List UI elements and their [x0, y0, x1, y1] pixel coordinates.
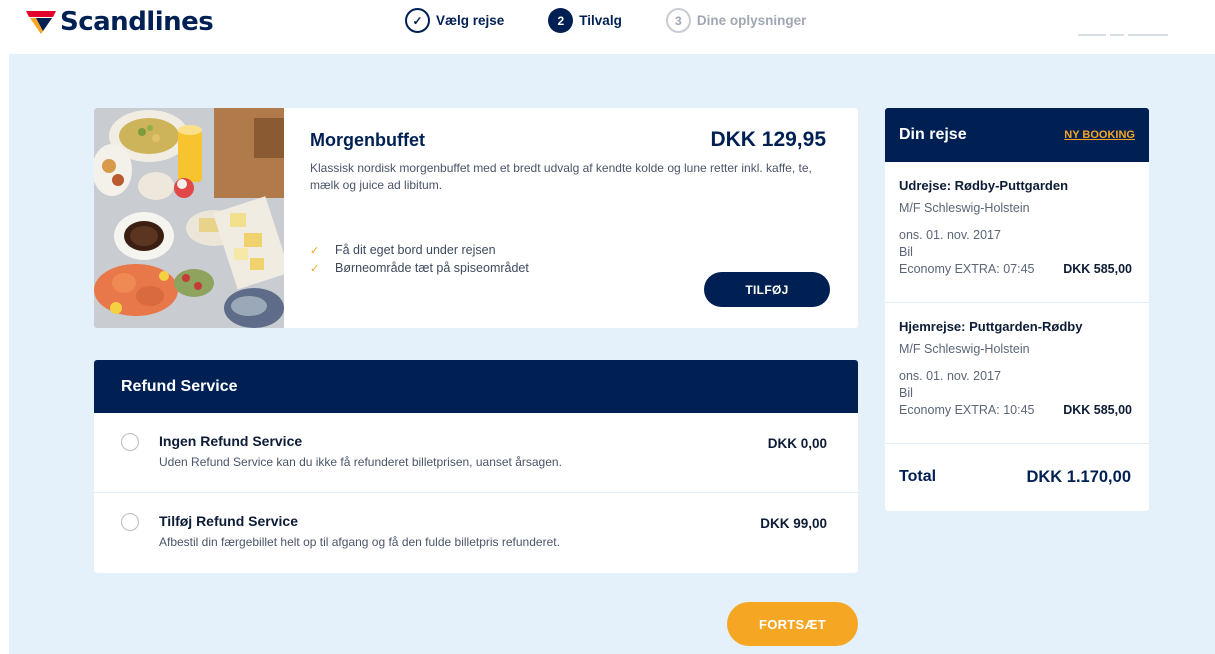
breakfast-buffet-image [94, 108, 284, 328]
product-description: Klassisk nordisk morgenbuffet med et bre… [310, 161, 812, 192]
leg-class-time: Economy EXTRA: 07:45 [899, 262, 1035, 276]
radio-button[interactable] [121, 433, 139, 451]
step-label: Tilvalg [579, 13, 622, 28]
new-booking-link[interactable]: NY BOOKING [1064, 129, 1135, 141]
step-choose-trip[interactable]: ✓ Vælg rejse [405, 8, 504, 33]
step-number: 2 [548, 8, 574, 33]
leg-price: DKK 585,00 [1063, 403, 1132, 417]
feature-item: ✓ Børneområde tæt på spiseområdet [310, 259, 529, 277]
step-options: 2 Tilvalg [548, 8, 622, 33]
refund-service-panel: Refund Service Ingen Refund Service Uden… [94, 360, 858, 573]
option-price: DKK 99,00 [760, 516, 827, 531]
continue-button[interactable]: FORTSÆT [727, 602, 858, 646]
checkmark-icon: ✓ [310, 262, 320, 275]
header-faint-text [1078, 26, 1178, 36]
leg-fare-row: Economy EXTRA: 10:45 DKK 585,00 [899, 403, 1132, 417]
check-icon: ✓ [405, 8, 430, 33]
product-title: Morgenbuffet [310, 130, 425, 150]
total-value: DKK 1.170,00 [1026, 467, 1131, 486]
leg-date: ons. 01. nov. 2017 [899, 228, 1001, 242]
leg-vehicle: Bil [899, 386, 913, 400]
leg-vehicle: Bil [899, 245, 913, 259]
leg-title: Udrejse: Rødby-Puttgarden [899, 178, 1069, 193]
leg-title: Hjemrejse: Puttgarden-Rødby [899, 319, 1083, 334]
option-title: Tilføj Refund Service [159, 513, 298, 529]
feature-text: Børneområde tæt på spiseområdet [335, 261, 529, 275]
add-button[interactable]: TILFØJ [704, 272, 830, 307]
brand-name: Scandlines [60, 7, 214, 37]
radio-button[interactable] [121, 513, 139, 531]
trip-leg-outbound: Udrejse: Rødby-Puttgarden M/F Schleswig-… [885, 162, 1149, 303]
step-label: Vælg rejse [436, 13, 505, 28]
step-your-details: 3 Dine oplysninger [665, 8, 807, 33]
step-number: 3 [665, 8, 691, 33]
feature-list: ✓ Få dit eget bord under rejsen ✓ Børneo… [310, 241, 529, 277]
leg-ship: M/F Schleswig-Holstein [899, 201, 1030, 215]
product-price: DKK 129,95 [710, 128, 826, 151]
trip-summary: Din rejse NY BOOKING Udrejse: Rødby-Putt… [885, 108, 1149, 511]
refund-option-none[interactable]: Ingen Refund Service Uden Refund Service… [94, 413, 858, 493]
option-price: DKK 0,00 [767, 436, 827, 451]
leg-fare-row: Economy EXTRA: 07:45 DKK 585,00 [899, 262, 1132, 276]
trip-leg-return: Hjemrejse: Puttgarden-Rødby M/F Schleswi… [885, 303, 1149, 444]
option-title: Ingen Refund Service [159, 433, 303, 449]
checkmark-icon: ✓ [310, 244, 320, 257]
progress-steps: ✓ Vælg rejse 2 Tilvalg 3 Dine oplysninge… [405, 8, 850, 33]
header: Scandlines ✓ Vælg rejse 2 Tilvalg 3 Dine… [0, 0, 1215, 54]
leg-price: DKK 585,00 [1063, 262, 1132, 276]
leg-class-time: Economy EXTRA: 10:45 [899, 403, 1035, 417]
refund-option-add[interactable]: Tilføj Refund Service Afbestil din færge… [94, 493, 858, 573]
trip-summary-title: Din rejse [899, 126, 967, 143]
total-label: Total [899, 468, 937, 485]
refund-service-heading: Refund Service [94, 360, 858, 413]
feature-text: Få dit eget bord under rejsen [335, 243, 496, 257]
feature-item: ✓ Få dit eget bord under rejsen [310, 241, 529, 259]
scandlines-logo-icon [26, 11, 56, 34]
option-description: Afbestil din færgebillet helt op til afg… [159, 535, 560, 549]
leg-ship: M/F Schleswig-Holstein [899, 342, 1030, 356]
product-card: Morgenbuffet DKK 129,95 Klassisk nordisk… [94, 108, 858, 328]
step-label: Dine oplysninger [696, 13, 807, 28]
trip-total: Total DKK 1.170,00 [885, 444, 1149, 510]
scandlines-logo[interactable]: Scandlines [26, 6, 214, 38]
option-description: Uden Refund Service kan du ikke få refun… [159, 455, 562, 469]
leg-date: ons. 01. nov. 2017 [899, 369, 1001, 383]
trip-summary-header: Din rejse NY BOOKING [885, 108, 1149, 162]
